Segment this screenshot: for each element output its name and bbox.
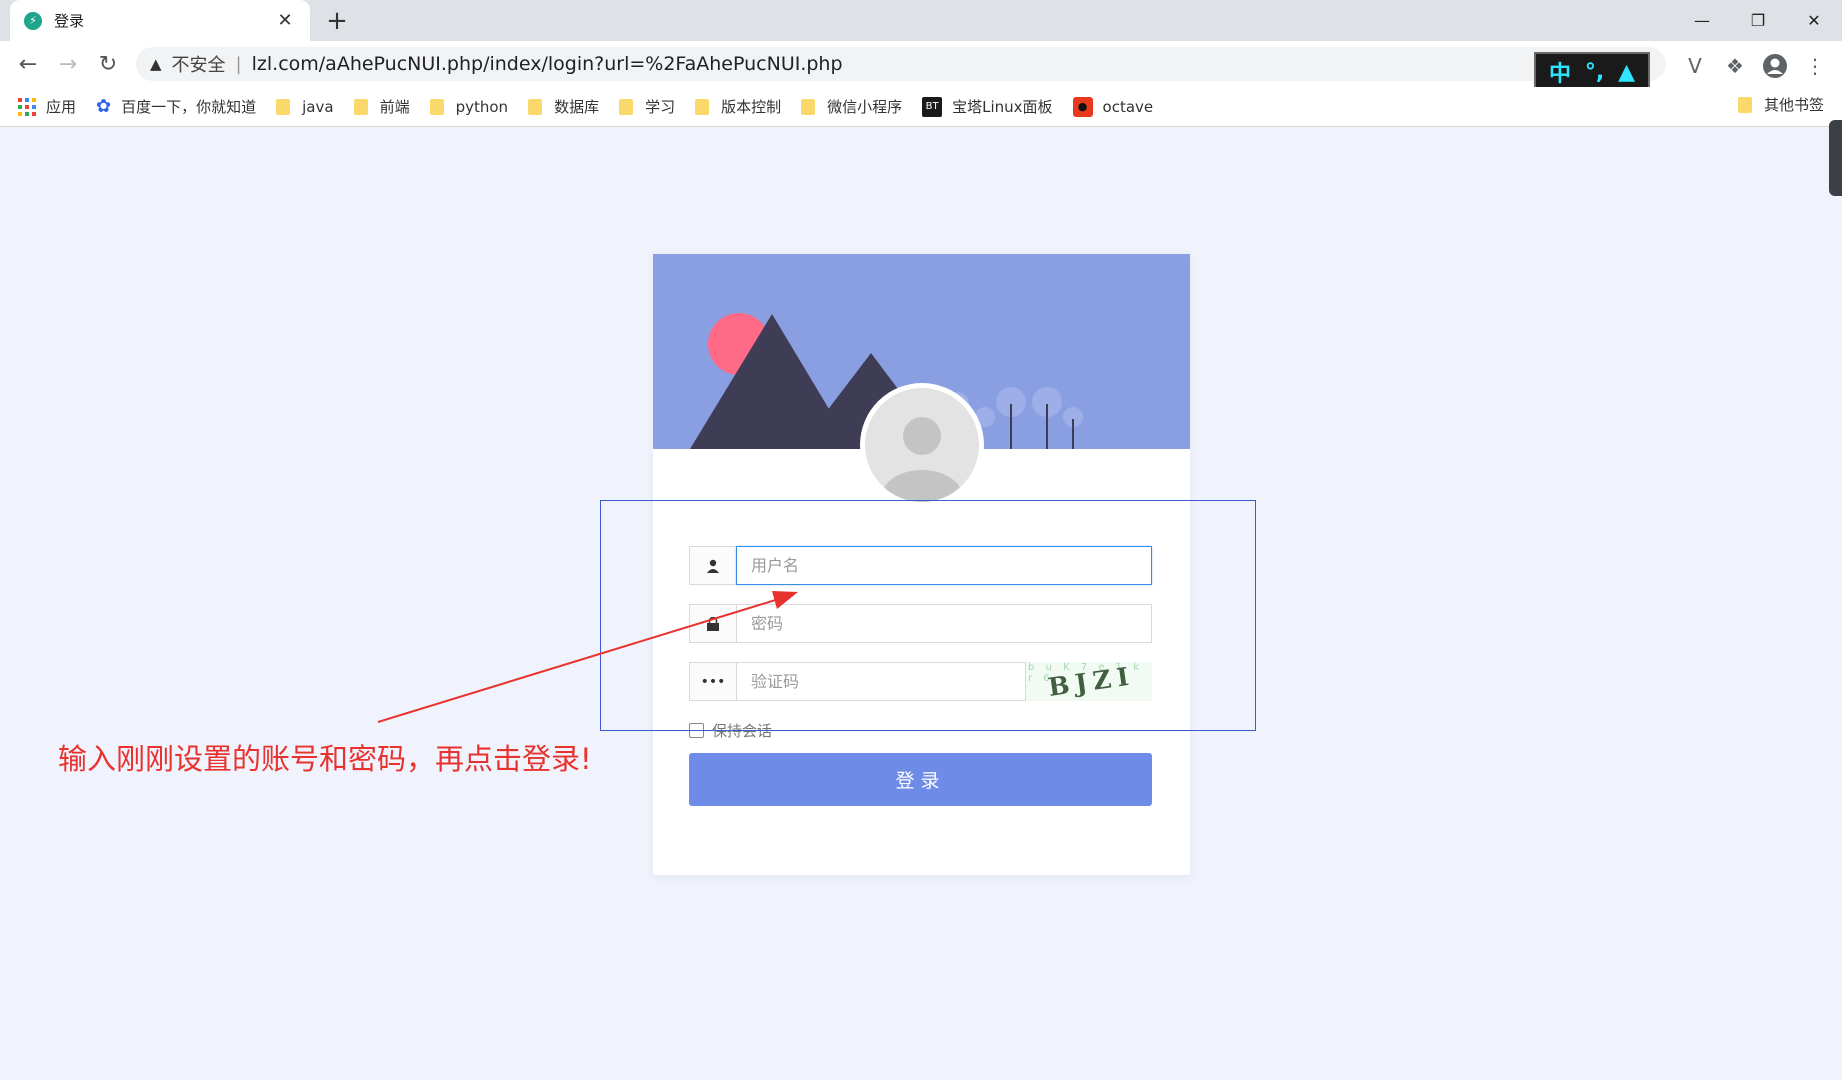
active-tab[interactable]: ⚡ 登录 ✕ bbox=[10, 0, 310, 41]
scrollbar[interactable] bbox=[1829, 120, 1842, 196]
remember-session[interactable]: 保持会话 bbox=[689, 720, 772, 741]
bookmark-label: java bbox=[302, 97, 334, 116]
avatar bbox=[865, 388, 979, 502]
folder-icon bbox=[429, 98, 444, 115]
bookmark-vcs[interactable]: 版本控制 bbox=[695, 96, 781, 117]
menu-kebab-icon[interactable]: ⋮ bbox=[1800, 51, 1830, 81]
bookmark-label: 应用 bbox=[46, 98, 77, 116]
folder-icon bbox=[619, 98, 634, 115]
baidu-paw-icon: ✿ bbox=[96, 96, 112, 117]
bookmark-study[interactable]: 学习 bbox=[619, 96, 675, 117]
username-row bbox=[689, 546, 1152, 585]
bookmark-apps[interactable]: 应用 bbox=[18, 96, 76, 117]
close-tab-icon[interactable]: ✕ bbox=[274, 10, 296, 31]
extension-v-icon[interactable]: V bbox=[1680, 51, 1710, 81]
shirt-icon: ▲ bbox=[1618, 59, 1636, 85]
captcha-input[interactable] bbox=[736, 662, 1026, 701]
minimize-button[interactable]: — bbox=[1674, 0, 1730, 41]
folder-icon bbox=[353, 98, 368, 115]
user-icon bbox=[689, 546, 736, 585]
ime-mode: 中 bbox=[1548, 62, 1571, 87]
folder-icon bbox=[801, 98, 816, 115]
remember-label: 保持会话 bbox=[712, 722, 773, 740]
forward-button[interactable]: → bbox=[50, 46, 86, 82]
folder-icon bbox=[695, 98, 710, 115]
close-window-button[interactable]: ✕ bbox=[1786, 0, 1842, 41]
tab-title: 登录 bbox=[54, 12, 85, 30]
bookmark-label: 其他书签 bbox=[1764, 96, 1825, 114]
folder-icon bbox=[528, 98, 543, 115]
other-bookmarks[interactable]: 其他书签 bbox=[1738, 94, 1824, 115]
bookmark-frontend[interactable]: 前端 bbox=[353, 96, 410, 117]
folder-icon bbox=[1738, 96, 1752, 113]
bookmark-bt-panel[interactable]: BT 宝塔Linux面板 bbox=[922, 96, 1053, 117]
folder-icon bbox=[276, 98, 291, 115]
login-button[interactable]: 登录 bbox=[689, 753, 1152, 806]
address-bar[interactable]: ▲ 不安全 | lzl.com/aAhePucNUI.php/index/log… bbox=[136, 47, 1666, 81]
password-row bbox=[689, 604, 1152, 643]
bookmark-label: python bbox=[455, 97, 509, 116]
octave-icon: ● bbox=[1072, 96, 1093, 117]
new-tab-button[interactable]: + bbox=[322, 6, 352, 36]
security-label: 不安全 bbox=[171, 55, 226, 76]
password-input[interactable] bbox=[736, 604, 1152, 643]
tab-strip: ⚡ 登录 ✕ + — ❐ ✕ bbox=[0, 0, 1842, 41]
ime-punct: °, bbox=[1584, 59, 1605, 85]
bookmark-label: 前端 bbox=[379, 98, 410, 116]
remember-checkbox[interactable] bbox=[689, 723, 704, 738]
reload-button[interactable]: ↻ bbox=[90, 46, 126, 82]
login-card: ••• b u K 7 e 1 k r 6 BJZI 保持会话 登录 bbox=[653, 254, 1190, 875]
username-input[interactable] bbox=[736, 546, 1152, 585]
url-text[interactable]: lzl.com/aAhePucNUI.php/index/login?url=%… bbox=[252, 53, 843, 75]
bookmark-miniprogram[interactable]: 微信小程序 bbox=[801, 96, 902, 117]
profile-icon[interactable] bbox=[1760, 51, 1790, 81]
apps-grid-icon bbox=[18, 97, 36, 116]
warning-icon: ▲ bbox=[150, 55, 162, 73]
bookmark-baidu[interactable]: ✿ 百度一下，你就知道 bbox=[96, 96, 256, 117]
annotation-text: 输入刚刚设置的账号和密码，再点击登录! bbox=[58, 742, 592, 776]
bookmark-octave[interactable]: ● octave bbox=[1072, 96, 1154, 117]
restore-button[interactable]: ❐ bbox=[1730, 0, 1786, 41]
ellipsis-icon: ••• bbox=[689, 662, 736, 701]
bookmark-label: 学习 bbox=[645, 98, 676, 116]
separator: | bbox=[235, 53, 242, 75]
bookmarks-bar: 应用 ✿ 百度一下，你就知道 java 前端 python 数据库 学习 版本控… bbox=[0, 87, 1842, 127]
bookmark-label: 数据库 bbox=[554, 98, 600, 116]
bookmark-java[interactable]: java bbox=[276, 97, 334, 116]
bookmark-label: 版本控制 bbox=[721, 98, 782, 116]
puzzle-icon[interactable]: ❖ bbox=[1720, 51, 1750, 81]
bookmark-python[interactable]: python bbox=[429, 97, 509, 116]
back-button[interactable]: ← bbox=[10, 46, 46, 82]
bt-icon: BT bbox=[922, 96, 943, 117]
captcha-row: ••• b u K 7 e 1 k r 6 BJZI bbox=[689, 662, 1152, 701]
bookmark-label: octave bbox=[1102, 97, 1154, 116]
bookmark-database[interactable]: 数据库 bbox=[528, 96, 599, 117]
bookmark-label: 宝塔Linux面板 bbox=[952, 98, 1053, 116]
bookmark-label: 百度一下，你就知道 bbox=[121, 98, 257, 116]
bolt-icon: ⚡ bbox=[24, 11, 42, 30]
ime-status-widget[interactable]: 中 °, ▲ bbox=[1534, 52, 1650, 92]
lock-icon bbox=[689, 604, 736, 643]
bookmark-label: 微信小程序 bbox=[827, 98, 903, 116]
captcha-image[interactable]: b u K 7 e 1 k r 6 BJZI bbox=[1026, 662, 1152, 701]
